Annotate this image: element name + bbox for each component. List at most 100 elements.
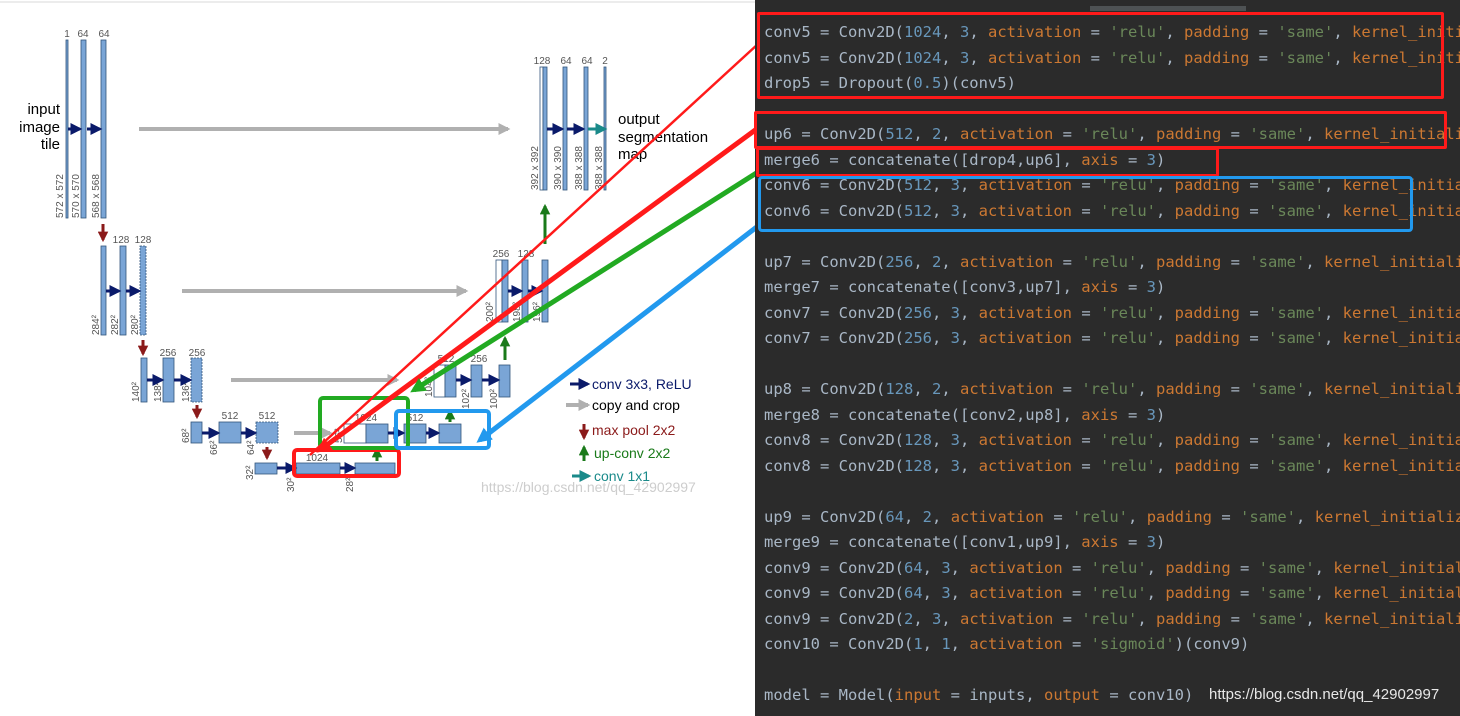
code-line[interactable]: up9 = Conv2D(64, 2, activation = 'relu',…	[764, 507, 1460, 527]
size-label: 388 x 388	[574, 146, 585, 190]
code-token: ,	[1324, 329, 1343, 347]
code-token: =	[1118, 533, 1147, 551]
code-token: kernel_initializer	[1324, 380, 1460, 398]
code-token: 'same'	[1258, 558, 1315, 577]
code-token: padding	[1156, 252, 1222, 271]
code-line[interactable]: conv10 = Conv2D(1, 1, activation = 'sigm…	[764, 634, 1249, 654]
code-token: 'same'	[1249, 609, 1306, 628]
size-label: 282²	[110, 314, 121, 335]
code-line[interactable]: conv8 = Conv2D(128, 3, activation = 'rel…	[764, 430, 1460, 450]
code-line[interactable]: conv9 = Conv2D(64, 3, activation = 'relu…	[764, 558, 1460, 578]
code-line[interactable]: conv9 = Conv2D(64, 3, activation = 'relu…	[764, 583, 1460, 603]
code-token: 3	[950, 431, 960, 449]
code-token: 64	[903, 584, 923, 602]
code-token: 2	[932, 380, 942, 398]
code-token: = conv10)	[1099, 686, 1194, 704]
size-label: 138²	[153, 381, 164, 402]
code-line[interactable]: merge7 = concatenate([conv3,up7], axis =…	[764, 277, 1165, 297]
code-token: 'same'	[1249, 252, 1306, 271]
code-token: up9 = Conv2D(	[764, 507, 886, 526]
connector-arrow-red	[309, 43, 759, 456]
code-token: up8 = Conv2D(	[764, 380, 886, 398]
code-line[interactable]: model = Model(input = inputs, output = c…	[764, 685, 1193, 705]
code-token: padding	[1156, 609, 1222, 628]
code-token: ,	[950, 635, 970, 653]
channel-label: 256	[471, 354, 488, 365]
code-token: ,	[1314, 584, 1334, 602]
code-token: =	[1118, 278, 1147, 296]
feature-map-block	[542, 66, 548, 191]
code-token: 1	[913, 635, 923, 653]
code-highlight-red	[754, 111, 1447, 149]
code-line[interactable]: up8 = Conv2D(128, 2, activation = 'relu'…	[764, 379, 1460, 399]
code-token: ,	[1156, 456, 1175, 475]
code-token: axis	[1081, 405, 1119, 424]
code-token: 'relu'	[1090, 584, 1147, 602]
code-line[interactable]: up7 = Conv2D(256, 2, activation = 'relu'…	[764, 252, 1460, 272]
code-token: )	[1155, 405, 1166, 424]
code-token: ,	[1305, 609, 1325, 628]
code-token: 128	[903, 431, 932, 449]
code-token: model = Model(	[764, 686, 895, 704]
code-line[interactable]: conv7 = Conv2D(256, 3, activation = 'rel…	[764, 328, 1460, 348]
code-token: ,	[941, 380, 961, 398]
code-line[interactable]: merge8 = concatenate([conv2,up8], axis =…	[764, 405, 1165, 425]
legend-pool-label: max pool 2x2	[592, 422, 675, 438]
code-token: ,	[960, 329, 979, 347]
size-label: 572 x 572	[55, 174, 66, 218]
code-token: padding	[1146, 507, 1213, 526]
code-token: 'relu'	[1081, 252, 1138, 271]
code-token: 1	[941, 635, 951, 653]
code-token: =	[1230, 584, 1259, 602]
code-token: 'same'	[1268, 329, 1324, 347]
code-highlight-red	[757, 12, 1444, 99]
channel-label: 64	[98, 29, 110, 40]
size-label: 100²	[489, 388, 500, 409]
code-line[interactable]: conv8 = Conv2D(128, 3, activation = 'rel…	[764, 456, 1460, 476]
code-token: conv8 = Conv2D(	[764, 431, 904, 449]
code-token: input	[894, 686, 942, 704]
code-token: kernel_initializer	[1342, 431, 1460, 449]
legend-copy-label: copy and crop	[592, 397, 680, 413]
code-line[interactable]: conv7 = Conv2D(256, 3, activation = 'rel…	[764, 303, 1460, 323]
code-token: =	[1240, 329, 1268, 347]
code-token: ,	[1305, 380, 1325, 398]
code-token: =	[1072, 431, 1100, 449]
code-token: =	[1230, 558, 1259, 577]
code-token: 'relu'	[1100, 303, 1156, 322]
channel-label: 128	[135, 235, 152, 246]
scroll-thumb[interactable]	[1090, 6, 1246, 11]
code-token: =	[1221, 252, 1250, 271]
feature-map-block	[255, 421, 279, 444]
code-editor[interactable]: conv5 = Conv2D(1024, 3, activation = 're…	[755, 0, 1460, 716]
code-token: ,	[913, 380, 932, 398]
code-token: ,	[913, 252, 932, 271]
code-token: 3	[1146, 533, 1156, 551]
code-token: activation	[960, 380, 1054, 398]
code-token: ,	[922, 558, 942, 577]
code-token: activation	[969, 558, 1063, 577]
size-label: 64²	[246, 440, 257, 455]
code-token: ,	[1324, 303, 1343, 322]
code-token: ,	[960, 456, 979, 475]
code-token: activation	[978, 303, 1072, 322]
code-token: )	[1155, 533, 1166, 551]
channel-label: 256	[189, 348, 206, 359]
channel-label: 256	[493, 249, 510, 260]
size-label: 140²	[131, 381, 142, 402]
code-token: 'relu'	[1072, 507, 1129, 526]
size-label: 30²	[286, 477, 297, 492]
code-token: activation	[978, 456, 1072, 475]
feature-map-block	[438, 423, 462, 444]
code-token: axis	[1081, 278, 1119, 296]
channel-label: 64	[77, 29, 89, 40]
code-line[interactable]: merge9 = concatenate([conv1,up9], axis =…	[764, 532, 1165, 552]
code-token: merge9 = concatenate([conv1,up9],	[764, 533, 1082, 551]
code-line[interactable]: conv9 = Conv2D(2, 3, activation = 'relu'…	[764, 609, 1460, 629]
channel-label: 1024	[306, 453, 329, 464]
code-token: conv7 = Conv2D(	[764, 303, 904, 322]
code-token: = inputs,	[941, 686, 1044, 704]
code-token: ,	[922, 584, 942, 602]
code-token: conv8 = Conv2D(	[764, 456, 904, 475]
code-token: padding	[1165, 584, 1231, 602]
